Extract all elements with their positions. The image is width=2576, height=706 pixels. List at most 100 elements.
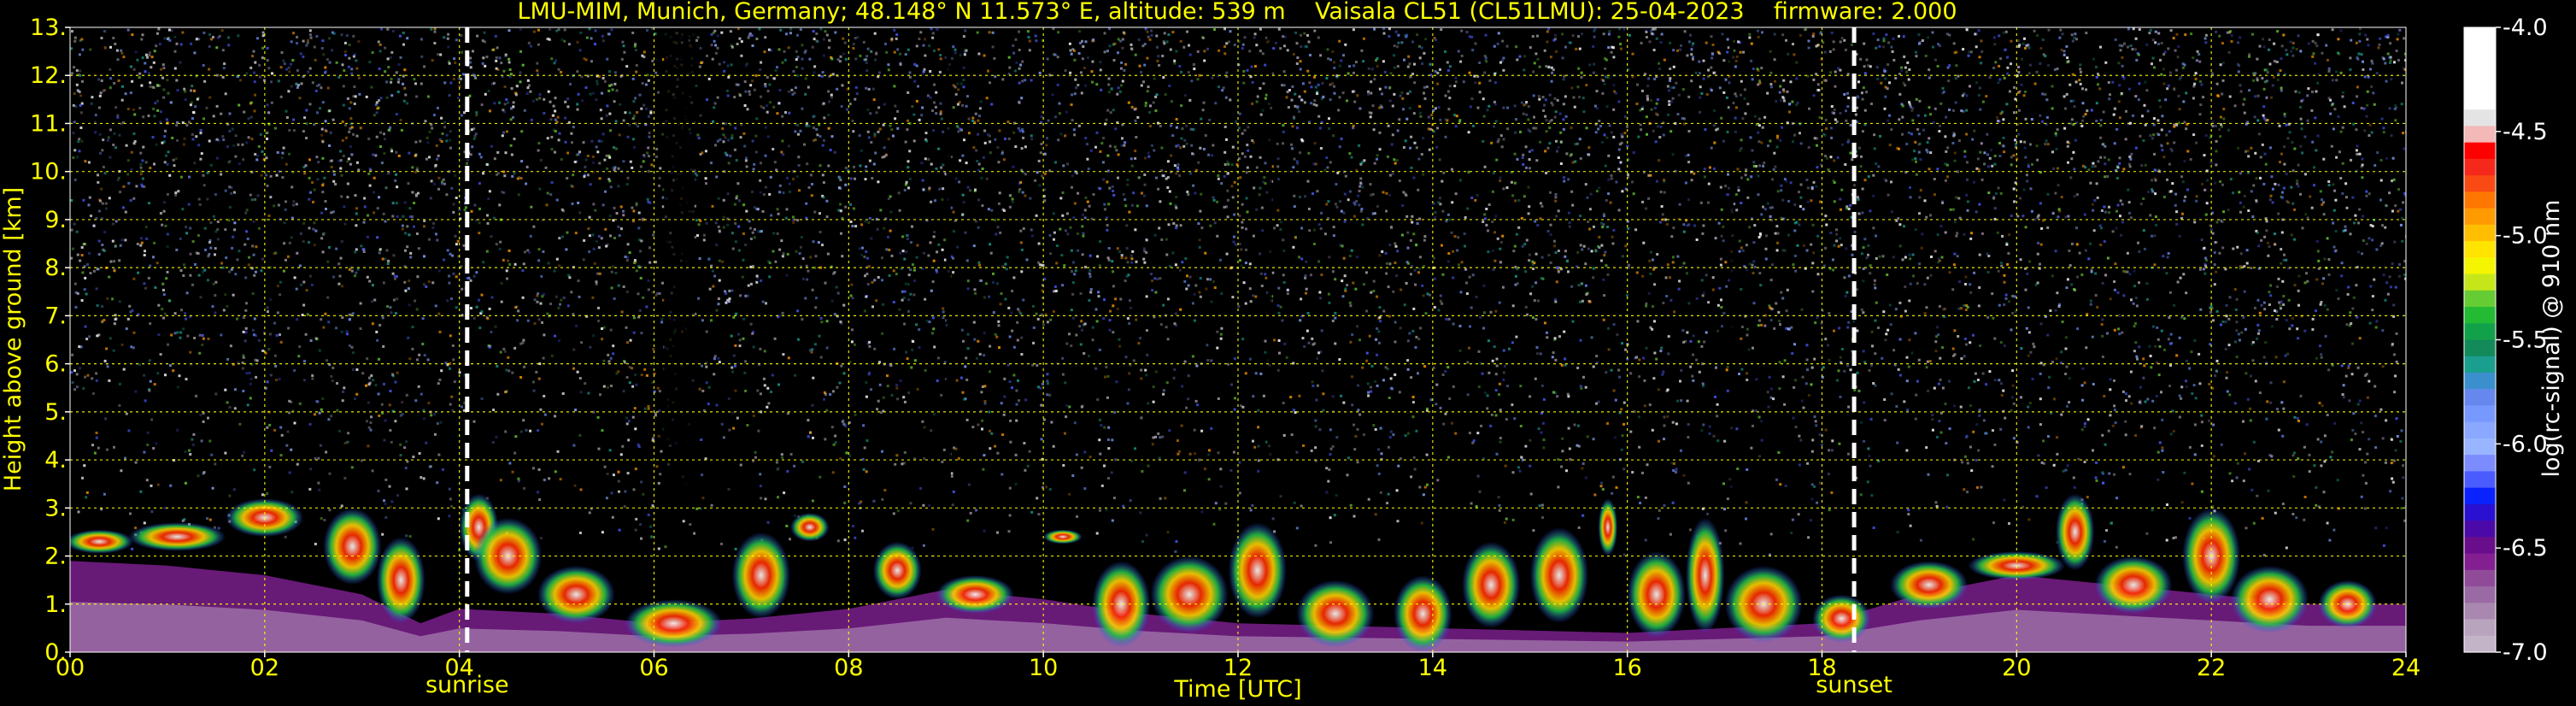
figure-canvas: sunrise sunset 00 02 04 06 08 10 12 14 16 18 20 22 24… [0, 0, 2565, 703]
colorbar-segment [2464, 323, 2496, 341]
y-tick-label: 10. [30, 159, 67, 185]
colorbar-segment [2464, 191, 2496, 209]
colorbar-segment [2464, 405, 2496, 423]
x-tick-label: 20 [2002, 655, 2031, 681]
y-axis-label: Height above ground [km] [0, 187, 26, 491]
cloud-blob [376, 537, 425, 624]
colorbar-segment [2464, 372, 2496, 390]
cloud-blob [128, 522, 226, 551]
signal-gap [683, 27, 695, 515]
colorbar-segment [2464, 92, 2496, 110]
cloud-blob [323, 508, 382, 585]
colorbar-tick-label: -6.5 [2503, 535, 2548, 562]
cloud-blob [2055, 493, 2095, 571]
colorbar-segment [2464, 537, 2496, 555]
colorbar-segment [2464, 290, 2496, 308]
y-tick-label: 5. [44, 399, 67, 426]
x-axis-label: Time [UTC] [1173, 676, 1301, 703]
colorbar-segment [2464, 487, 2496, 505]
x-tick-label: 10 [1029, 655, 1058, 681]
colorbar-segment [2464, 109, 2496, 127]
x-tick-label: 04 [444, 655, 473, 681]
colorbar-segment [2464, 503, 2496, 521]
y-tick-label: 11. [30, 110, 67, 137]
signal-gap [946, 27, 951, 515]
chart-title: LMU-MIM, Munich, Germany; 48.148° N 11.5… [517, 0, 1957, 25]
x-tick-label: 08 [834, 655, 863, 681]
cloud-blob [1890, 561, 1969, 609]
signal-gap [1729, 27, 1734, 515]
colorbar-segment [2464, 307, 2496, 324]
colorbar-segment [2464, 569, 2496, 587]
colorbar-segment [2464, 438, 2496, 456]
colorbar-segment [2464, 76, 2496, 94]
colorbar-segment [2464, 274, 2496, 291]
colorbar-segment [2464, 553, 2496, 571]
colorbar-label: log(rc-signal) @ 910 nm [2538, 200, 2565, 478]
cloud-blob [1627, 550, 1687, 638]
colorbar-tick-label: -4.5 [2503, 119, 2548, 145]
y-tick-label: 6. [44, 351, 67, 378]
cloud-blob [790, 512, 830, 542]
colorbar: -4.0-4.5-5.0-5.5-6.0-6.5-7.0 [2463, 15, 2548, 666]
y-tick-label: 8. [44, 255, 67, 281]
cloud-blob [1598, 498, 1618, 556]
cloud-blob [2094, 556, 2173, 614]
colorbar-segment [2464, 356, 2496, 374]
colorbar-segment [2464, 142, 2496, 160]
colorbar-segment [2464, 389, 2496, 407]
signal-gap [1267, 27, 1272, 515]
colorbar-segment [2464, 619, 2496, 637]
y-tick-label: 12. [30, 62, 67, 89]
colorbar-segment [2464, 586, 2496, 603]
colorbar-segment [2464, 521, 2496, 538]
x-tick-label: 16 [1612, 655, 1641, 681]
colorbar-segment [2464, 175, 2496, 192]
y-tick-label: 9. [44, 207, 67, 233]
ceilometer-figure: sunrise sunset 00 02 04 06 08 10 12 14 16 18 20 22 24… [0, 0, 2576, 706]
colorbar-tick-label: -4.0 [2503, 15, 2548, 41]
y-tick-label: 4. [44, 447, 67, 474]
cloud-blob [537, 565, 616, 624]
cloud-blob [70, 529, 134, 554]
colorbar-segment [2464, 455, 2496, 472]
colorbar-segment [2464, 635, 2496, 653]
y-tick-label: 7. [44, 303, 67, 329]
cloud-blob [2230, 565, 2309, 633]
cloud-blob [1296, 580, 1375, 648]
colorbar-segment [2464, 241, 2496, 258]
cloud-blob [1150, 556, 1229, 633]
x-tick-label: 18 [1807, 655, 1836, 681]
y-tick-label: 1. [44, 591, 67, 618]
cloud-blob [625, 599, 723, 648]
y-tick-label: 0. [44, 639, 67, 666]
x-tick-label: 14 [1418, 655, 1447, 681]
cloud-blob [936, 575, 1014, 614]
cloud-blob [731, 532, 790, 619]
colorbar-segment [2464, 224, 2496, 242]
colorbar-segment [2464, 421, 2496, 439]
colorbar-tick-label: -7.0 [2503, 639, 2548, 666]
x-tick-label: 24 [2391, 655, 2421, 681]
cloud-blob [1394, 575, 1452, 652]
colorbar-segment [2464, 27, 2496, 44]
colorbar-segment [2464, 257, 2496, 275]
colorbar-segment [2464, 158, 2496, 176]
cloud-blob [1686, 517, 1725, 633]
x-tick-label: 02 [250, 655, 279, 681]
cloud-blob [872, 541, 922, 600]
colorbar-segment [2464, 208, 2496, 226]
y-tick-label: 2. [44, 544, 67, 570]
colorbar-segment [2464, 44, 2496, 62]
y-axis-ticks: 0. 1. 2. 3. 4. 5. 6. 7. 8. 9. 10. 11. 12. 13. [30, 15, 70, 666]
y-tick-label: 13. [30, 15, 67, 41]
colorbar-segment [2464, 603, 2496, 621]
colorbar-segment [2464, 60, 2496, 78]
colorbar-segment [2464, 471, 2496, 489]
cloud-blob [1812, 594, 1871, 643]
cloud-blob [1529, 527, 1589, 624]
x-tick-label: 06 [639, 655, 668, 681]
colorbar-segment [2464, 339, 2496, 357]
cloud-blob [1043, 529, 1083, 544]
x-tick-label: 22 [2197, 655, 2226, 681]
